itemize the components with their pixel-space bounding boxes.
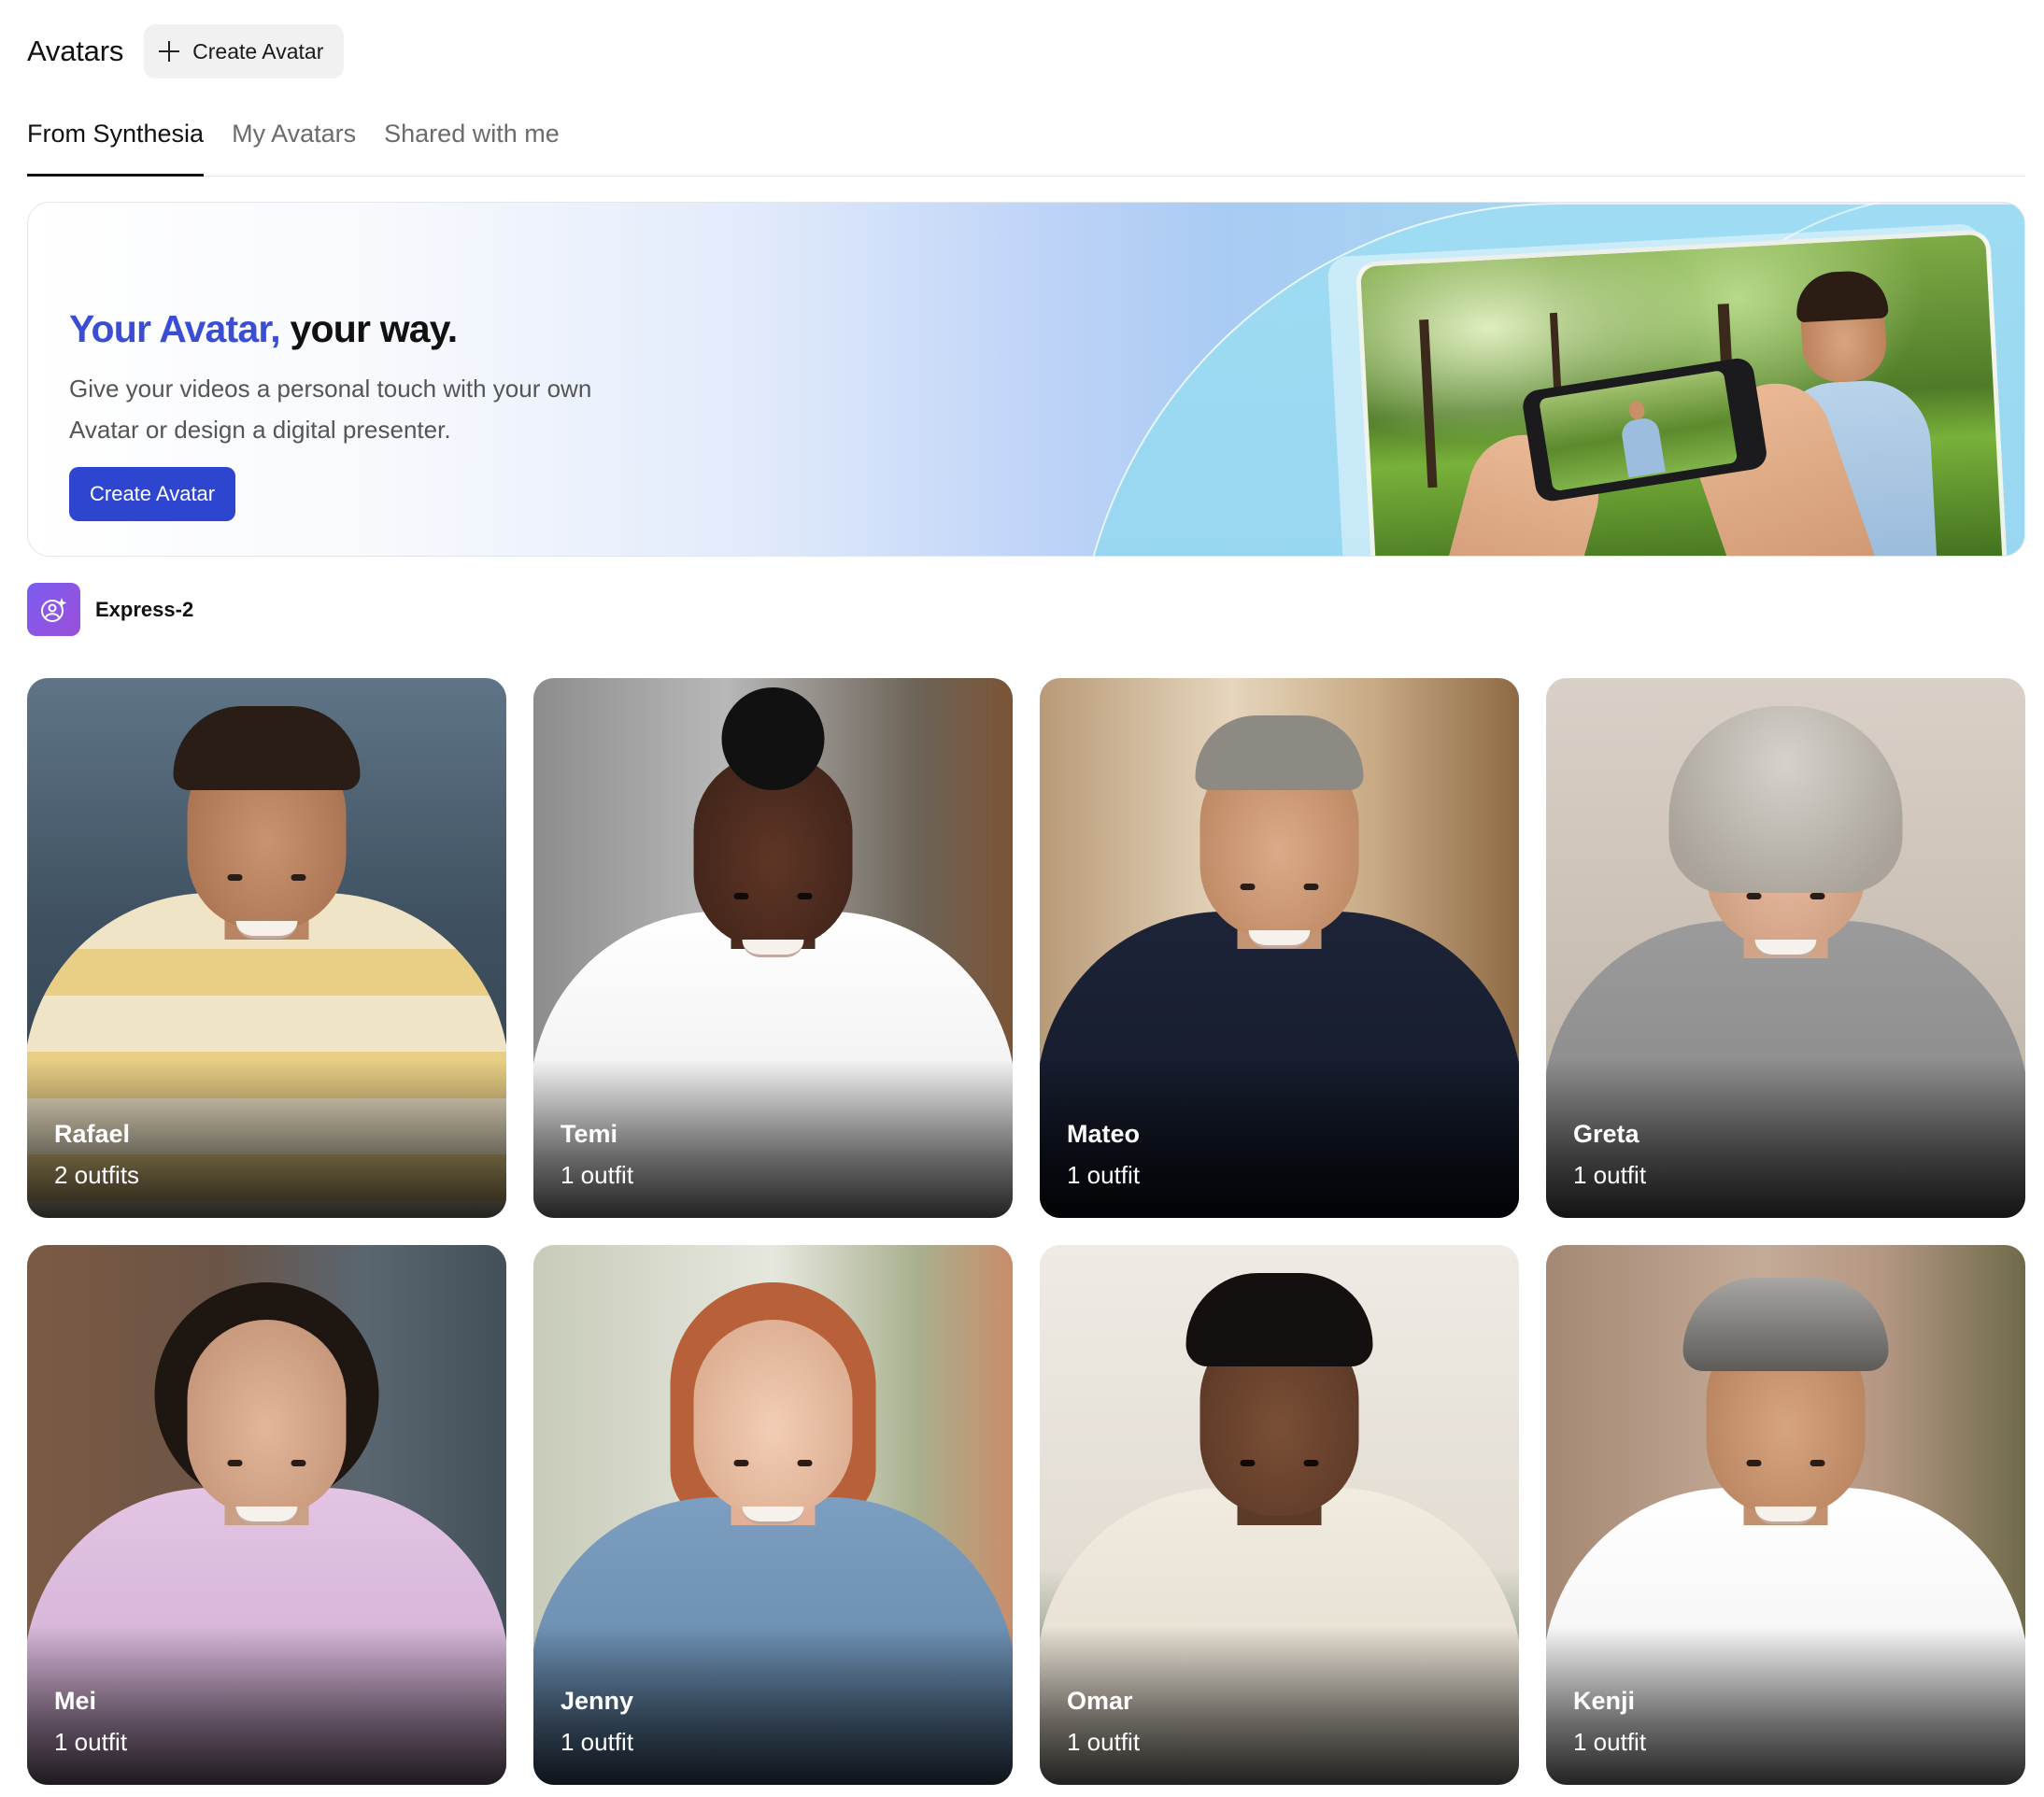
- avatar-outfit-count: 1 outfit: [561, 1161, 634, 1189]
- avatar-name: Greta: [1573, 1120, 1639, 1148]
- banner-illustration: [1355, 229, 2009, 556]
- avatar-card-rafael[interactable]: Rafael 2 outfits: [27, 678, 506, 1218]
- avatar-outfit-count: 1 outfit: [1573, 1728, 1647, 1756]
- avatar-outfit-count: 2 outfits: [54, 1161, 140, 1189]
- promo-banner: Your Avatar, your way. Give your videos …: [27, 202, 2025, 557]
- create-avatar-button[interactable]: Create Avatar: [144, 24, 345, 78]
- section-header-express-2: Express-2: [27, 583, 193, 636]
- avatar-outfit-count: 1 outfit: [561, 1728, 634, 1756]
- avatar-name: Kenji: [1573, 1687, 1636, 1715]
- banner-heading-accent: Your Avatar,: [69, 307, 281, 350]
- avatar-grid: Rafael 2 outfits Temi 1 outfit Mateo 1 o…: [27, 678, 2025, 1785]
- avatar-card-mateo[interactable]: Mateo 1 outfit: [1040, 678, 1519, 1218]
- page-header: Avatars Create Avatar: [27, 24, 345, 78]
- avatar-outfit-count: 1 outfit: [1067, 1728, 1141, 1756]
- banner-create-avatar-button[interactable]: Create Avatar: [69, 467, 236, 521]
- page-title: Avatars: [27, 35, 124, 67]
- avatar-card-omar[interactable]: Omar 1 outfit: [1040, 1245, 1519, 1785]
- avatar-tabs: From Synthesia My Avatars Shared with me: [27, 112, 2025, 177]
- create-avatar-label: Create Avatar: [192, 38, 324, 64]
- avatar-card-mei[interactable]: Mei 1 outfit: [27, 1245, 506, 1785]
- avatar-name: Rafael: [54, 1120, 131, 1148]
- avatar-outfit-count: 1 outfit: [1067, 1161, 1141, 1189]
- avatar-card-temi[interactable]: Temi 1 outfit: [533, 678, 1013, 1218]
- avatar-name: Temi: [561, 1120, 618, 1148]
- tab-from-synthesia[interactable]: From Synthesia: [27, 112, 205, 177]
- user-sparkle-icon: [27, 583, 80, 636]
- avatar-card-greta[interactable]: Greta 1 outfit: [1546, 678, 2025, 1218]
- avatar-name: Jenny: [561, 1687, 634, 1715]
- banner-text: Your Avatar, your way. Give your videos …: [69, 307, 592, 521]
- avatar-card-kenji[interactable]: Kenji 1 outfit: [1546, 1245, 2025, 1785]
- plus-icon: [159, 41, 180, 62]
- banner-heading-rest: your way.: [279, 307, 458, 350]
- avatar-outfit-count: 1 outfit: [54, 1728, 128, 1756]
- banner-subtitle: Give your videos a personal touch with y…: [69, 375, 592, 444]
- avatar-name: Omar: [1067, 1687, 1133, 1715]
- avatar-card-jenny[interactable]: Jenny 1 outfit: [533, 1245, 1013, 1785]
- tab-shared-with-me[interactable]: Shared with me: [384, 112, 560, 176]
- section-label: Express-2: [95, 597, 194, 621]
- banner-heading: Your Avatar, your way.: [69, 307, 592, 351]
- tab-my-avatars[interactable]: My Avatars: [232, 112, 356, 176]
- avatar-outfit-count: 1 outfit: [1573, 1161, 1647, 1189]
- avatar-name: Mateo: [1067, 1120, 1141, 1148]
- avatar-name: Mei: [54, 1687, 97, 1715]
